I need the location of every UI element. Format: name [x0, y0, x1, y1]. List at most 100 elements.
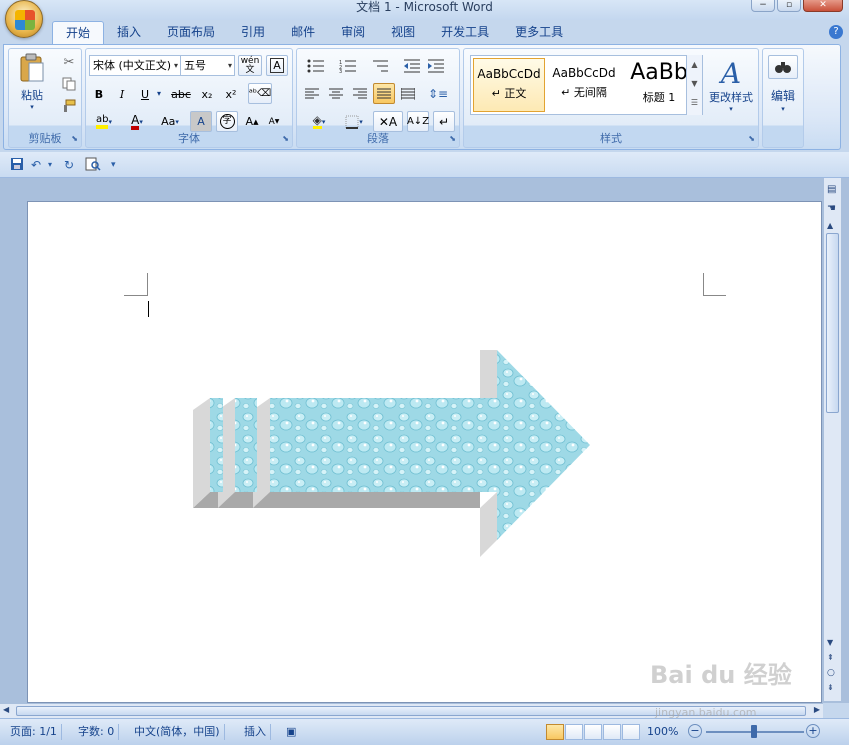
- outline-view-button[interactable]: [603, 724, 621, 740]
- bullets-button[interactable]: [301, 55, 331, 76]
- hand-icon[interactable]: ☚: [827, 203, 836, 214]
- restore-button[interactable]: ▫: [777, 0, 801, 12]
- chinese-layout-button[interactable]: ✕A: [373, 111, 403, 132]
- vertical-scrollbar[interactable]: ▤ ☚ ▲ ▼ ⇞ ○ ⇟: [823, 178, 841, 701]
- tab-view[interactable]: 视图: [378, 21, 428, 45]
- line-spacing-button[interactable]: ⇕≡: [423, 83, 453, 104]
- zoom-out-icon[interactable]: −: [688, 724, 702, 738]
- page-count[interactable]: 页面: 1/1: [6, 724, 62, 740]
- tab-home[interactable]: 开始: [52, 21, 105, 45]
- chinese-layout-icon: ✕A: [378, 114, 398, 129]
- format-painter-button[interactable]: [59, 97, 79, 115]
- language-indicator[interactable]: 中文(简体，中国): [130, 724, 225, 740]
- customize-toolbar-icon[interactable]: ▾: [111, 157, 116, 173]
- grow-font-button[interactable]: A ▲: [242, 111, 262, 132]
- tab-mailings[interactable]: 邮件: [278, 21, 328, 45]
- shading-button[interactable]: ◈ ▾: [301, 111, 337, 132]
- chevron-down-icon: ▾: [781, 105, 785, 113]
- style-no-spacing[interactable]: AaBbCcDd ↵ 无间隔: [548, 58, 620, 112]
- dialog-launcher-icon[interactable]: ⬊: [748, 134, 755, 143]
- numbering-button[interactable]: 123: [333, 55, 363, 76]
- web-layout-button[interactable]: [584, 724, 602, 740]
- previous-page-icon[interactable]: ⇞: [827, 653, 834, 662]
- binoculars-icon: [775, 62, 791, 73]
- minimize-button[interactable]: −: [751, 0, 775, 12]
- scroll-down-icon[interactable]: ▼: [827, 638, 833, 647]
- ruler-toggle-icon[interactable]: ▤: [827, 184, 836, 195]
- shrink-font-button[interactable]: A ▼: [264, 111, 284, 132]
- character-border-button[interactable]: A: [266, 55, 288, 76]
- print-layout-view-button[interactable]: [546, 724, 564, 740]
- office-button[interactable]: [5, 0, 43, 38]
- highlight-button[interactable]: ab ▾: [89, 111, 119, 132]
- zoom-slider-thumb[interactable]: [751, 725, 757, 738]
- editing-label[interactable]: 编辑: [763, 87, 803, 104]
- superscript-button[interactable]: x²: [220, 84, 242, 105]
- tab-insert[interactable]: 插入: [104, 21, 154, 45]
- style-heading-1[interactable]: AaBb 标题 1: [623, 58, 695, 112]
- word-count[interactable]: 字数: 0: [74, 724, 120, 740]
- change-styles-button[interactable]: A 更改样式 ▾: [706, 53, 756, 119]
- paste-button[interactable]: 粘贴 ▾: [12, 51, 52, 113]
- increase-indent-button[interactable]: [425, 55, 447, 76]
- decrease-indent-button[interactable]: [401, 55, 423, 76]
- draft-view-button[interactable]: [622, 724, 640, 740]
- strikethrough-button[interactable]: abc: [168, 84, 194, 105]
- underline-button[interactable]: U: [135, 84, 155, 105]
- dialog-launcher-icon[interactable]: ⬊: [449, 134, 456, 143]
- font-color-button[interactable]: A ▾: [123, 111, 151, 132]
- browse-object-icon[interactable]: ○: [827, 668, 835, 678]
- dialog-launcher-icon[interactable]: ⬊: [71, 134, 78, 143]
- title-bar: 文档 1 - Microsoft Word − ▫ ✕: [0, 0, 849, 20]
- redo-icon[interactable]: ↻: [64, 157, 74, 173]
- next-page-icon[interactable]: ⇟: [827, 683, 834, 692]
- tab-more-tools[interactable]: 更多工具: [502, 21, 576, 45]
- chevron-down-icon[interactable]: ▾: [48, 157, 52, 173]
- copy-button[interactable]: [59, 75, 79, 93]
- gallery-scroll[interactable]: ▲ ▼ ☰: [686, 55, 702, 115]
- undo-icon[interactable]: ↶: [31, 157, 41, 173]
- font-size-select[interactable]: 五号 ▾: [180, 55, 235, 76]
- change-case-button[interactable]: Aa ▾: [155, 111, 185, 132]
- align-right-button[interactable]: [349, 83, 371, 104]
- styles-group-label: 样式: [600, 132, 622, 145]
- scroll-left-icon[interactable]: ◀: [3, 705, 9, 714]
- arrow-shape[interactable]: [190, 345, 600, 560]
- dialog-launcher-icon[interactable]: ⬊: [282, 134, 289, 143]
- print-preview-icon[interactable]: [85, 157, 101, 173]
- italic-button[interactable]: I: [112, 84, 132, 105]
- clear-formatting-button[interactable]: ᵃᵇ⌫: [248, 83, 272, 104]
- enclose-characters-button[interactable]: 字: [216, 111, 238, 132]
- close-button[interactable]: ✕: [803, 0, 843, 12]
- macro-record-icon[interactable]: ▣: [282, 724, 300, 740]
- sort-button[interactable]: A↓Z: [407, 111, 429, 132]
- scroll-up-icon[interactable]: ▲: [827, 221, 833, 230]
- save-icon[interactable]: [10, 157, 24, 173]
- character-shading-button[interactable]: A: [190, 111, 212, 132]
- font-name-select[interactable]: 宋体 (中文正文) ▾: [89, 55, 181, 76]
- insert-mode[interactable]: 插入: [240, 724, 271, 740]
- tab-references[interactable]: 引用: [228, 21, 278, 45]
- distributed-button[interactable]: [397, 83, 419, 104]
- tab-developer[interactable]: 开发工具: [428, 21, 502, 45]
- show-marks-button[interactable]: ↵: [433, 111, 455, 132]
- zoom-level[interactable]: 100%: [643, 724, 682, 740]
- bold-button[interactable]: B: [89, 84, 109, 105]
- phonetic-guide-button[interactable]: wén 文: [238, 55, 262, 76]
- help-icon[interactable]: ?: [829, 25, 843, 39]
- vertical-scroll-thumb[interactable]: [826, 233, 839, 413]
- align-center-button[interactable]: [325, 83, 347, 104]
- borders-button[interactable]: ▾: [339, 111, 369, 132]
- find-button[interactable]: [768, 55, 798, 79]
- subscript-button[interactable]: x₂: [196, 84, 218, 105]
- full-screen-reading-button[interactable]: [565, 724, 583, 740]
- zoom-in-icon[interactable]: +: [806, 724, 820, 738]
- scroll-right-icon[interactable]: ▶: [814, 705, 820, 714]
- tab-page-layout[interactable]: 页面布局: [154, 21, 228, 45]
- align-left-button[interactable]: [301, 83, 323, 104]
- cut-button[interactable]: ✂: [59, 53, 79, 71]
- tab-review[interactable]: 审阅: [328, 21, 378, 45]
- justify-button[interactable]: [373, 83, 395, 104]
- multilevel-list-button[interactable]: [365, 55, 395, 76]
- style-normal[interactable]: AaBbCcDd ↵ 正文: [473, 58, 545, 112]
